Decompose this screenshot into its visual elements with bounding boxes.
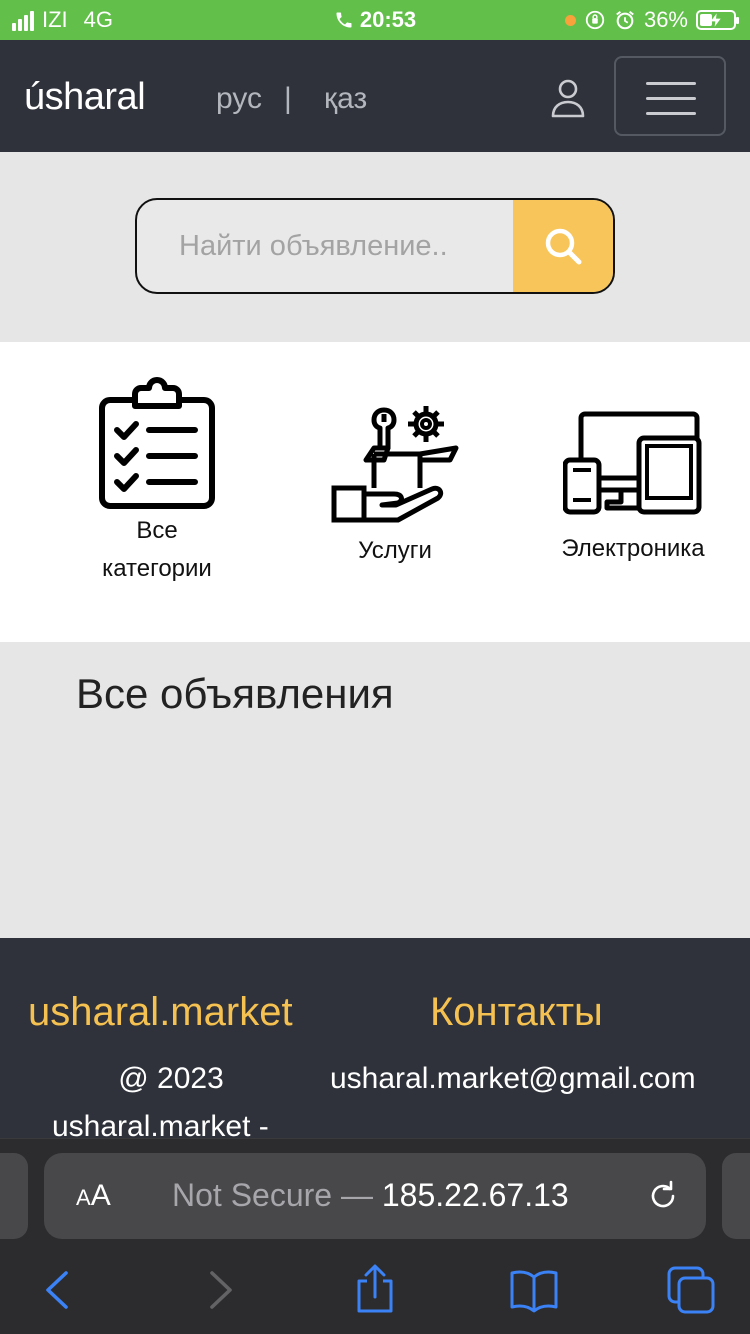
battery-icon [696,10,739,30]
alarm-icon [616,10,634,30]
clipboard-checklist-icon [99,377,215,509]
forward-icon[interactable] [196,1267,242,1313]
recording-dot-icon [564,14,576,26]
status-bar: IZI 4G 20:53 36% [0,0,750,40]
status-right: 36% [564,7,739,33]
lang-separator: | [284,82,292,115]
hamburger-menu-icon [646,82,696,85]
footer-brand[interactable]: usharal.market [28,990,293,1035]
search-section [0,152,750,342]
category-all-label-line2: категории [102,555,212,582]
back-icon[interactable] [36,1267,82,1313]
search-input[interactable] [137,200,515,292]
search-button[interactable] [513,200,613,292]
site-footer: usharal.market Контакты @ 2023 usharal.m… [0,938,750,1138]
footer-copyright-line2: usharal.market - [52,1110,269,1138]
footer-contacts-title: Контакты [430,990,603,1034]
site-logo[interactable]: úsharal [24,76,146,119]
search-box [135,198,615,294]
all-ads-title: Все объявления [76,670,394,717]
site-header: úsharal рус | қаз [0,40,750,152]
reload-icon[interactable] [646,1179,680,1213]
category-electronics[interactable]: Электроника [548,408,718,568]
battery-percent: 36% [643,7,688,32]
time-label: 20:53 [359,7,417,32]
bookmarks-icon[interactable] [508,1267,560,1313]
url-security-label: Not Secure — [172,1177,382,1213]
category-electronics-label: Электроника [561,535,705,562]
search-icon [545,228,582,265]
category-services-label: Услуги [358,537,432,564]
tabs-icon[interactable] [666,1265,716,1315]
footer-email[interactable]: usharal.market@gmail.com [330,1062,696,1096]
url-host: 185.22.67.13 [381,1177,569,1213]
category-all[interactable]: Все категории [62,372,252,588]
previous-tab-preview[interactable] [0,1153,28,1239]
lang-ru-link[interactable]: рус [216,82,262,116]
categories-strip: Все категории Услуги Электроника [0,342,750,642]
orientation-lock-icon [585,10,605,30]
footer-copyright: @ 2023 [118,1062,224,1095]
phone-call-icon [336,12,352,28]
category-all-label-line1: Все [136,517,178,544]
address-bar[interactable]: AA Not Secure — 185.22.67.13 [44,1153,706,1239]
share-icon[interactable] [352,1263,398,1315]
next-tab-preview[interactable] [722,1153,750,1239]
user-icon[interactable] [550,78,586,118]
services-tools-icon [331,406,459,523]
hamburger-menu-button[interactable] [614,56,726,136]
devices-icon [563,411,702,515]
browser-toolbar: AA Not Secure — 185.22.67.13 [0,1138,750,1334]
category-services[interactable]: Услуги [320,396,470,570]
url-text[interactable]: Not Secure — 185.22.67.13 [172,1177,569,1214]
text-size-button[interactable]: AA [76,1179,111,1213]
lang-kz-link[interactable]: қаз [324,82,367,116]
